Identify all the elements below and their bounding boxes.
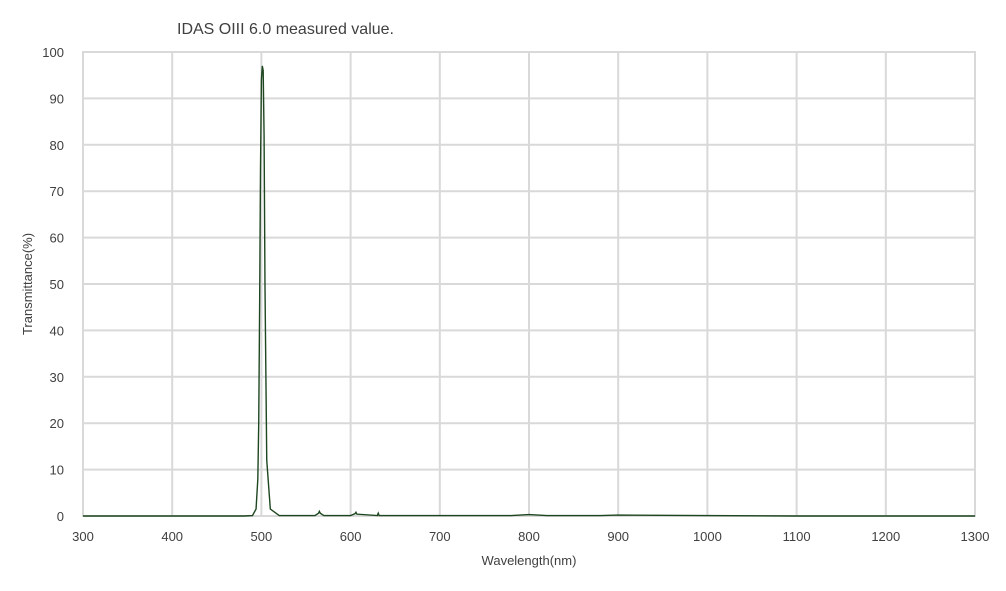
x-tick-label: 1200 <box>871 529 900 544</box>
x-tick-label: 1000 <box>693 529 722 544</box>
x-tick-label: 1100 <box>783 529 811 544</box>
x-axis-title: Wavelength(nm) <box>482 553 577 568</box>
y-tick-label: 80 <box>50 138 64 153</box>
y-tick-label: 100 <box>42 45 64 60</box>
x-tick-label: 500 <box>251 529 273 544</box>
chart-svg: IDAS OIII 6.0 measured value. 0 10 20 30 40 5… <box>20 21 989 568</box>
y-tick-label: 10 <box>50 463 64 478</box>
x-tick-label: 700 <box>429 529 451 544</box>
y-tick-label: 40 <box>50 323 64 338</box>
x-tick-label: 400 <box>161 529 183 544</box>
grid-layer <box>82 51 976 517</box>
y-tick-label: 60 <box>50 231 64 246</box>
x-tick-label: 900 <box>607 529 629 544</box>
y-tick-labels: 0 10 20 30 40 50 60 70 80 90 100 <box>42 45 64 524</box>
y-axis-title: Transmittance(%) <box>20 233 35 335</box>
y-tick-label: 50 <box>50 277 64 292</box>
y-tick-label: 0 <box>57 509 64 524</box>
chart: IDAS OIII 6.0 measured value. 0 10 20 30 40 5… <box>0 0 1006 586</box>
x-tick-label: 600 <box>340 529 362 544</box>
x-tick-label: 800 <box>518 529 540 544</box>
x-tick-label: 1300 <box>961 529 990 544</box>
x-tick-labels: 300 400 500 600 700 800 900 1000 1100 1200 1300 <box>72 529 989 544</box>
chart-title: IDAS OIII 6.0 measured value. <box>177 21 394 38</box>
y-tick-label: 90 <box>50 91 64 106</box>
y-tick-label: 70 <box>50 184 64 199</box>
x-tick-label: 300 <box>72 529 94 544</box>
y-tick-label: 20 <box>50 416 64 431</box>
y-tick-label: 30 <box>50 370 64 385</box>
